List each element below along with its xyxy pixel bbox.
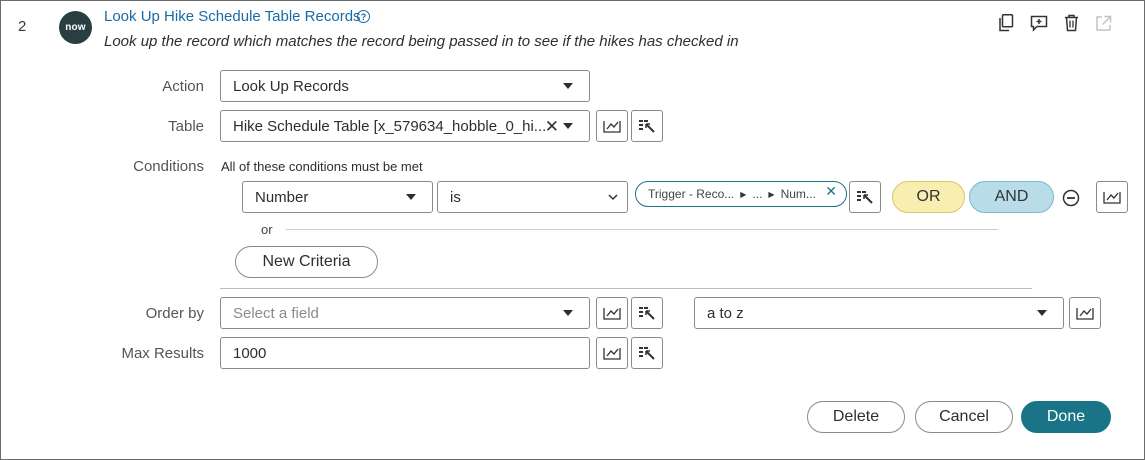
data-pill-part-ellipsis: ...	[752, 187, 763, 201]
new-criteria-button[interactable]: New Criteria	[235, 246, 378, 278]
order-by-select[interactable]: Select a field	[220, 297, 590, 329]
inline-script-icon[interactable]	[849, 181, 881, 213]
or-separator-label: or	[261, 222, 273, 237]
step-title-link[interactable]: Look Up Hike Schedule Table Records	[104, 8, 361, 25]
order-by-label: Order by	[145, 305, 204, 322]
conditions-hint: All of these conditions must be met	[221, 159, 423, 174]
step-number: 2	[18, 18, 27, 35]
data-pill[interactable]: Trigger - Reco... ▶ ... ▶ Num... ✕	[635, 181, 847, 207]
condition-operator-value: is	[450, 188, 461, 206]
inline-script-icon[interactable]	[631, 110, 663, 142]
help-icon[interactable]: ?	[357, 10, 370, 23]
action-label: Action	[162, 78, 204, 95]
remove-condition-icon[interactable]	[1062, 189, 1080, 212]
done-button[interactable]: Done	[1021, 401, 1111, 433]
trash-icon[interactable]	[1061, 13, 1081, 33]
or-button[interactable]: OR	[892, 181, 965, 213]
data-pill-picker-icon[interactable]	[1069, 297, 1101, 329]
chevron-down-icon	[1037, 310, 1047, 316]
section-divider	[220, 288, 1032, 289]
chevron-down-icon	[563, 83, 573, 89]
clear-icon[interactable]: ✕	[545, 117, 559, 137]
now-logo: now	[59, 11, 92, 44]
copy-icon[interactable]	[996, 13, 1016, 33]
order-by-placeholder: Select a field	[233, 304, 319, 322]
cancel-button[interactable]: Cancel	[915, 401, 1013, 433]
data-pill-picker-icon[interactable]	[1096, 181, 1128, 213]
data-pill-part-number: Num...	[780, 187, 816, 201]
chevron-down-icon	[406, 194, 416, 200]
table-select[interactable]: Hike Schedule Table [x_579634_hobble_0_h…	[220, 110, 590, 142]
step-description: Look up the record which matches the rec…	[104, 33, 739, 50]
chevron-down-icon	[563, 123, 573, 129]
chevron-down-icon	[563, 310, 573, 316]
sort-direction-select[interactable]: a to z	[694, 297, 1064, 329]
max-results-input[interactable]: 1000	[220, 337, 590, 369]
data-pill-part-trigger: Trigger - Reco...	[648, 187, 735, 201]
delete-button[interactable]: Delete	[807, 401, 905, 433]
table-label: Table	[168, 118, 204, 135]
pill-arrow-icon: ▶	[740, 189, 747, 199]
action-select-value: Look Up Records	[233, 77, 349, 95]
and-button[interactable]: AND	[969, 181, 1054, 213]
flow-step-card: 2 now Look Up Hike Schedule Table Record…	[0, 0, 1145, 460]
action-select[interactable]: Look Up Records	[220, 70, 590, 102]
pill-arrow-icon: ▶	[768, 189, 775, 199]
chevron-down-icon	[607, 190, 619, 207]
condition-field-select[interactable]: Number	[242, 181, 433, 213]
data-pill-picker-icon[interactable]	[596, 297, 628, 329]
condition-field-value: Number	[255, 188, 309, 206]
conditions-label: Conditions	[133, 158, 204, 175]
inline-script-icon[interactable]	[631, 297, 663, 329]
or-separator-line	[286, 229, 998, 230]
open-external-icon	[1093, 13, 1113, 33]
add-comment-icon[interactable]	[1029, 13, 1049, 33]
pill-remove-icon[interactable]: ✕	[825, 183, 837, 200]
sort-direction-value: a to z	[707, 304, 744, 322]
data-pill-picker-icon[interactable]	[596, 110, 628, 142]
max-results-value: 1000	[233, 344, 267, 362]
data-pill-picker-icon[interactable]	[596, 337, 628, 369]
table-select-value: Hike Schedule Table [x_579634_hobble_0_h…	[233, 117, 547, 135]
inline-script-icon[interactable]	[631, 337, 663, 369]
max-results-label: Max Results	[121, 345, 204, 362]
condition-operator-select[interactable]: is	[437, 181, 628, 213]
